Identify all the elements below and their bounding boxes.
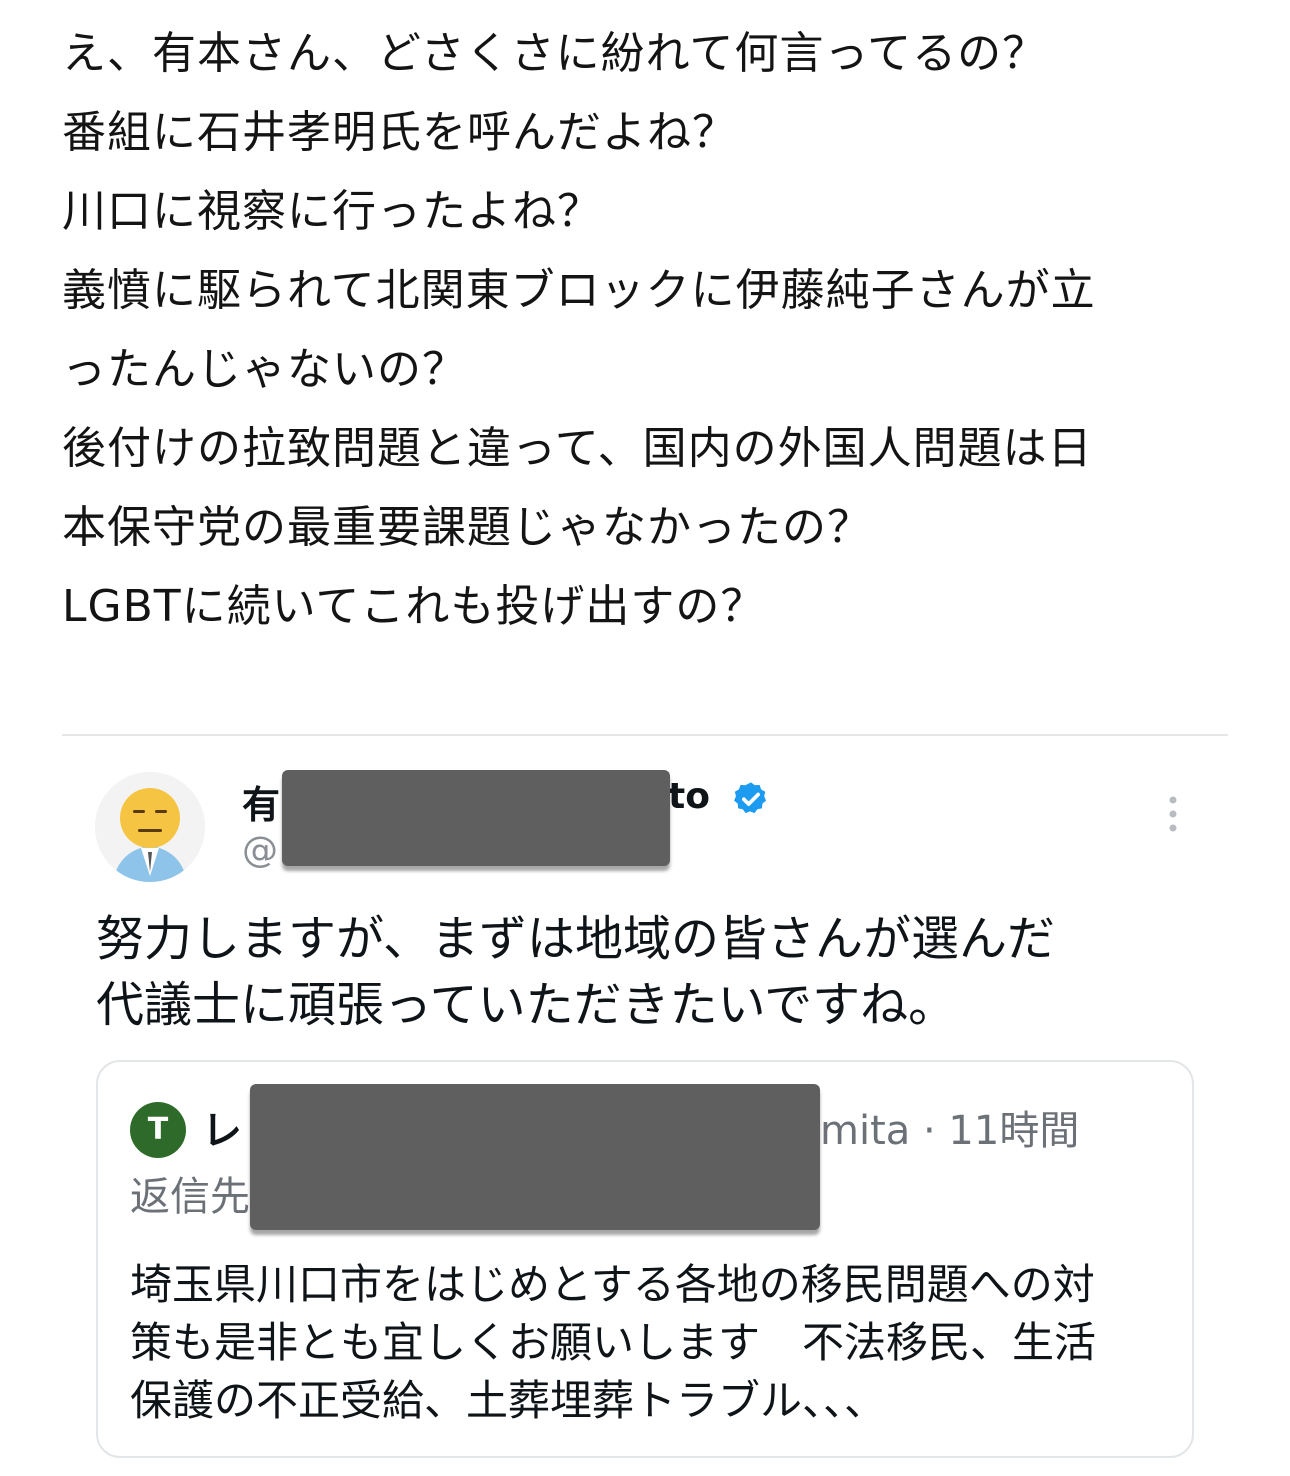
quoted-author-name-start[interactable]: レ: [202, 1098, 242, 1156]
redaction-box: [282, 770, 670, 866]
post-line: 後付けの拉致問題と違って、国内の外国人問題は日: [62, 423, 1093, 474]
post-line: 義憤に駆られて北関東ブロックに伊藤純子さんが立: [62, 265, 1096, 316]
tweet-body: 努力しますが、まずは地域の皆さんが選んだ 代議士に頑張っていただきたいですね。: [96, 906, 1206, 1038]
verified-badge-icon: [734, 782, 767, 814]
avatar-icon[interactable]: [95, 772, 205, 882]
screenshot-page: え、有本さん、どさくさに紛れて何言ってるの？ 番組に石井孝明氏を呼んだよね？ 川…: [0, 0, 1290, 1476]
author-name-end[interactable]: to: [668, 776, 710, 817]
redaction-box: [250, 1084, 820, 1230]
author-name-start[interactable]: 有: [242, 774, 280, 829]
tweet-line: 代議士に頑張っていただきたいですね。: [96, 977, 957, 1033]
quoted-meta: mita · 11時間: [820, 1108, 1080, 1154]
post-text: え、有本さん、どさくさに紛れて何言ってるの？ 番組に石井孝明氏を呼んだよね？ 川…: [62, 14, 1252, 646]
quoted-avatar[interactable]: T: [130, 1102, 186, 1158]
author-handle-start[interactable]: @: [242, 830, 278, 871]
post-line: 本保守党の最重要課題じゃなかったの？: [62, 502, 872, 553]
quoted-line: 埼玉県川口市をはじめとする各地の移民問題への対: [130, 1260, 1095, 1309]
quoted-body: 埼玉県川口市をはじめとする各地の移民問題への対 策も是非とも宜しくお願いします …: [130, 1256, 1180, 1430]
post-line: え、有本さん、どさくさに紛れて何言ってるの？: [62, 28, 1048, 79]
quoted-line: 保護の不正受給、土葬埋葬トラブル、、、: [130, 1376, 887, 1425]
post-line: 番組に石井孝明氏を呼んだよね？: [62, 107, 737, 158]
post-line: LGBTに続いてこれも投げ出すの？: [62, 581, 766, 632]
divider: [62, 734, 1228, 736]
post-line: 川口に視察に行ったよね？: [62, 186, 602, 237]
tweet-line: 努力しますが、まずは地域の皆さんが選んだ: [96, 911, 1056, 967]
more-vertical-icon[interactable]: [1160, 792, 1186, 838]
quoted-line: 策も是非とも宜しくお願いします 不法移民、生活: [130, 1318, 1097, 1367]
post-line: ったんじゃないの？: [62, 344, 467, 395]
quoted-reply-to: 返信先: [130, 1174, 250, 1220]
